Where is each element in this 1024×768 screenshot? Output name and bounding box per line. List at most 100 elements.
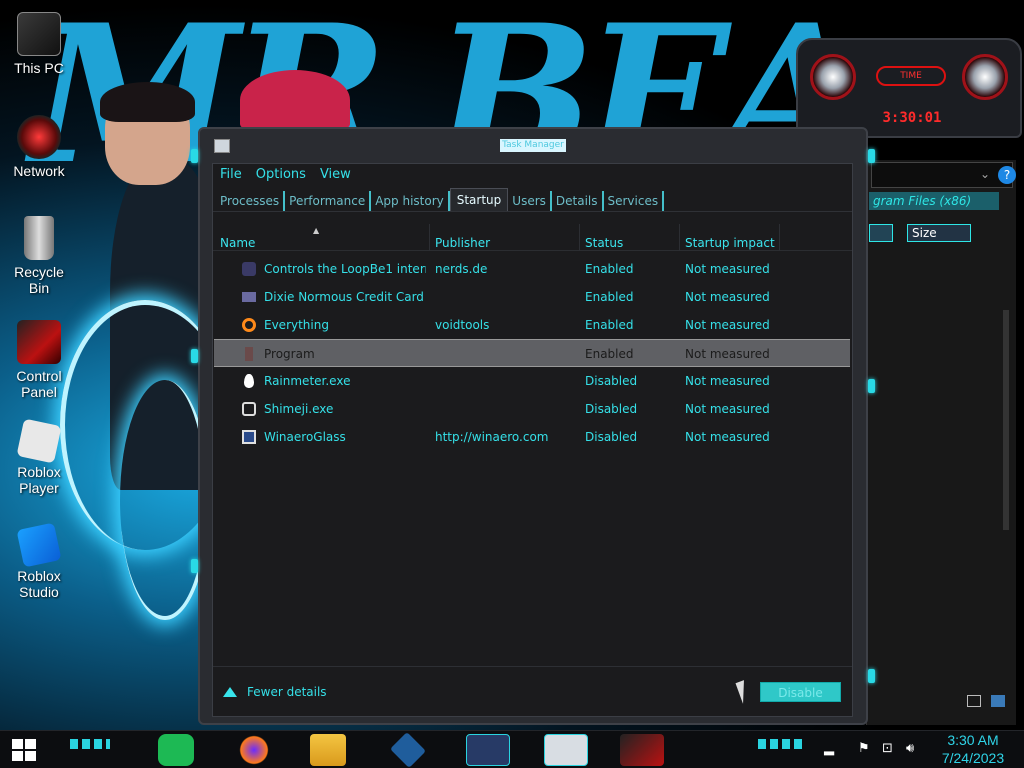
column-header[interactable]: [869, 224, 893, 242]
show-hidden-icons-icon[interactable]: ▂: [824, 741, 840, 757]
windows-logo-icon: [12, 739, 36, 761]
desktop-icon-label: This PC: [14, 60, 64, 76]
address-bar[interactable]: ⌄ ?: [871, 162, 1016, 188]
row-impact: Not measured: [685, 262, 770, 276]
spotify-icon[interactable]: [158, 734, 194, 766]
column-divider[interactable]: [579, 224, 580, 251]
arrow-up-icon: [223, 687, 237, 697]
table-row[interactable]: Controls the LoopBe1 intern... nerds.de …: [214, 255, 850, 283]
task-manager-icon[interactable]: [544, 734, 588, 766]
table-row[interactable]: Dixie Normous Credit Card S... Enabled N…: [214, 283, 850, 311]
desktop-icon-this-pc[interactable]: This PC: [4, 12, 74, 76]
tab-processes[interactable]: Processes: [216, 191, 286, 211]
menu-options[interactable]: Options: [256, 164, 306, 186]
table-row-selected[interactable]: Program Enabled Not measured: [214, 339, 850, 367]
clock-time: 3:30 AM: [947, 732, 999, 748]
tab-details[interactable]: Details: [552, 191, 604, 211]
menu-view[interactable]: View: [320, 164, 351, 186]
title-bar[interactable]: Task Manager: [200, 129, 866, 163]
volume-icon[interactable]: 🔊︎: [906, 741, 922, 757]
desktop-icon-control-panel[interactable]: Control Panel: [4, 320, 74, 400]
shimeji-icon: [242, 402, 256, 416]
wallpaper-glow-streak: [120, 380, 210, 620]
column-headers: ▲ Name Publisher Status Startup impact: [213, 224, 852, 251]
row-impact: Not measured: [685, 347, 770, 361]
network-tray-icon[interactable]: ⊡: [882, 741, 898, 757]
sort-ascending-icon: ▲: [313, 226, 320, 235]
table-row[interactable]: Shimeji.exe Disabled Not measured: [214, 395, 850, 423]
fewer-details-link[interactable]: Fewer details: [223, 685, 327, 699]
alien-head-icon: [962, 54, 1008, 100]
wallpaper-second-character: [240, 70, 350, 130]
menu-file[interactable]: File: [220, 164, 242, 186]
explorer-window[interactable]: ⌄ ? gram Files (x86) Size: [866, 160, 1016, 725]
column-divider[interactable]: [679, 224, 680, 251]
column-divider[interactable]: [429, 224, 430, 251]
row-status: Enabled: [585, 290, 634, 304]
task-manager-content: File Options View Processes Performance …: [212, 163, 853, 717]
menu-bar: File Options View: [213, 164, 852, 186]
column-startup-impact[interactable]: Startup impact: [685, 236, 775, 250]
table-row[interactable]: Everything voidtools Enabled Not measure…: [214, 311, 850, 339]
desktop-icon-recycle-bin[interactable]: Recycle Bin: [4, 216, 74, 296]
task-manager-window[interactable]: Task Manager File Options View Processes…: [191, 127, 875, 725]
scrollbar-thumb[interactable]: [1003, 310, 1009, 530]
column-status[interactable]: Status: [585, 236, 623, 250]
row-status: Disabled: [585, 374, 638, 388]
column-header-size[interactable]: Size: [907, 224, 971, 242]
start-button[interactable]: [10, 737, 38, 763]
details-view-icon[interactable]: [967, 695, 981, 707]
column-publisher[interactable]: Publisher: [435, 236, 490, 250]
desktop-icon-label: Roblox Studio: [17, 568, 61, 600]
desktop-icon-roblox-player[interactable]: Roblox Player: [4, 418, 74, 496]
desktop-icon-label: Control Panel: [16, 368, 62, 400]
row-publisher: voidtools: [435, 318, 490, 332]
tab-users[interactable]: Users: [508, 191, 552, 211]
row-publisher: nerds.de: [435, 262, 488, 276]
explorer-path[interactable]: gram Files (x86): [869, 192, 999, 210]
help-icon[interactable]: ?: [998, 166, 1016, 184]
column-divider[interactable]: [779, 224, 780, 251]
row-name: Controls the LoopBe1 intern...: [264, 262, 426, 276]
table-row[interactable]: WinaeroGlass http://winaero.com Disabled…: [214, 423, 850, 451]
row-status: Disabled: [585, 430, 638, 444]
tab-services[interactable]: Services: [604, 191, 665, 211]
program-icon: [245, 347, 253, 361]
table-row[interactable]: Rainmeter.exe Disabled Not measured: [214, 367, 850, 395]
row-impact: Not measured: [685, 402, 770, 416]
column-name[interactable]: Name: [220, 236, 255, 250]
taskbar-clock[interactable]: 3:30 AM 7/24/2023: [928, 731, 1018, 767]
row-status: Enabled: [585, 318, 634, 332]
tab-app-history[interactable]: App history: [371, 191, 450, 211]
roblox-icon: [16, 418, 62, 464]
disable-button[interactable]: Disable: [760, 682, 841, 702]
clock-date: 7/24/2023: [941, 750, 1005, 766]
tab-performance[interactable]: Performance: [285, 191, 372, 211]
computer-icon: [17, 12, 61, 56]
task-manager-icon: [214, 139, 230, 153]
tab-startup[interactable]: Startup: [449, 188, 509, 211]
control-panel-icon[interactable]: [620, 734, 664, 766]
window-title: Task Manager: [500, 139, 566, 152]
row-impact: Not measured: [685, 318, 770, 332]
clock-gadget[interactable]: TIME 3:30:01: [796, 38, 1022, 138]
roblox-studio-icon: [16, 522, 62, 568]
row-status: Disabled: [585, 402, 638, 416]
firefox-icon[interactable]: [236, 734, 272, 766]
large-icons-view-icon[interactable]: [991, 695, 1005, 707]
file-explorer-icon[interactable]: [310, 734, 346, 766]
window-frame-led: [868, 149, 875, 163]
flag-icon[interactable]: ⚑: [858, 741, 874, 757]
control-panel-icon: [17, 320, 61, 364]
virtualbox-icon[interactable]: [389, 731, 427, 768]
row-name: Rainmeter.exe: [264, 374, 351, 388]
row-name: Everything: [264, 318, 329, 332]
raindrop-icon: [244, 374, 254, 388]
alien-head-icon: [810, 54, 856, 100]
chevron-down-icon[interactable]: ⌄: [980, 167, 990, 181]
window-frame-led: [191, 349, 198, 363]
desktop-icon-roblox-studio[interactable]: Roblox Studio: [4, 522, 74, 600]
app-icon[interactable]: [466, 734, 510, 766]
row-impact: Not measured: [685, 374, 770, 388]
desktop-icon-network[interactable]: Network: [4, 115, 74, 179]
